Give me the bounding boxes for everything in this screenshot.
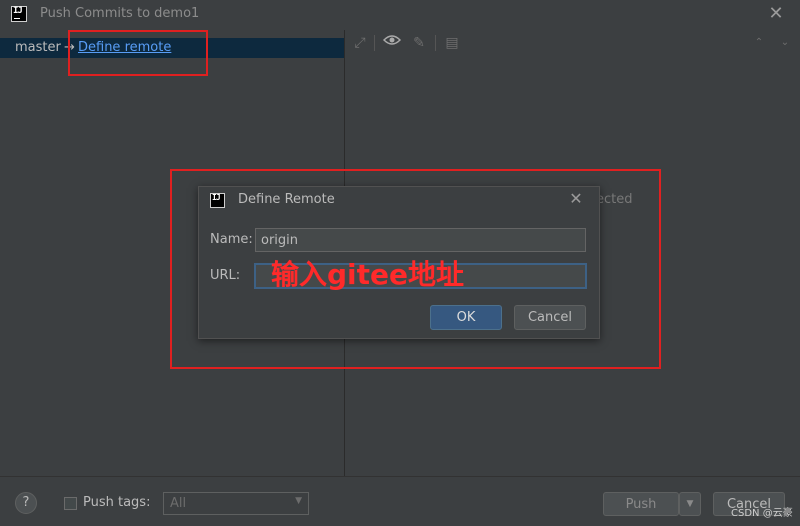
push-split-button: Push ▼ — [603, 492, 701, 516]
help-button[interactable]: ? — [15, 492, 37, 514]
ok-button[interactable]: OK — [430, 305, 502, 330]
push-tags-label: Push tags: — [83, 495, 151, 510]
app-icon-bar — [14, 18, 20, 19]
tags-dropdown-value: All — [170, 496, 187, 511]
eye-icon[interactable] — [382, 33, 402, 53]
push-options-chevron-down-icon[interactable]: ▼ — [679, 492, 701, 516]
pencil-icon[interactable]: ✎ — [409, 33, 429, 53]
name-label: Name: — [210, 232, 253, 247]
chevron-icon[interactable]: ⌄ — [775, 33, 795, 53]
annotation-box-define-remote — [68, 30, 208, 76]
dialog-icon-text: IJ — [212, 193, 221, 202]
csdn-watermark: CSDN @云豪 — [731, 508, 793, 519]
push-button[interactable]: Push — [603, 492, 679, 516]
toolbar-separator — [435, 35, 436, 51]
url-annotation-text: 输入gitee地址 — [271, 258, 465, 291]
window-title: Push Commits to demo1 — [40, 6, 200, 21]
tags-dropdown[interactable]: All ▼ — [163, 492, 309, 515]
push-tags-checkbox[interactable] — [64, 497, 77, 510]
collapse-icon[interactable]: ⤢ — [350, 33, 370, 53]
dialog-cancel-button[interactable]: Cancel — [514, 305, 586, 330]
remote-name-input[interactable] — [255, 228, 586, 252]
app-icon-text: IJ — [13, 6, 23, 16]
window-close-icon[interactable]: ✕ — [767, 3, 785, 25]
chevron-down-icon: ▼ — [295, 496, 302, 506]
url-label: URL: — [210, 268, 241, 283]
expand-collapse-icon[interactable]: ⌃ — [749, 33, 769, 53]
intellij-app-icon: IJ — [11, 6, 27, 22]
intellij-dialog-icon: IJ — [210, 193, 225, 208]
local-branch-name: master — [15, 40, 61, 55]
dialog-title: Define Remote — [238, 192, 335, 207]
dialog-close-icon[interactable]: ✕ — [566, 189, 586, 209]
toolbar-separator — [374, 35, 375, 51]
eye-icon-svg — [382, 35, 402, 45]
shelf-icon[interactable]: ▤ — [442, 33, 462, 53]
